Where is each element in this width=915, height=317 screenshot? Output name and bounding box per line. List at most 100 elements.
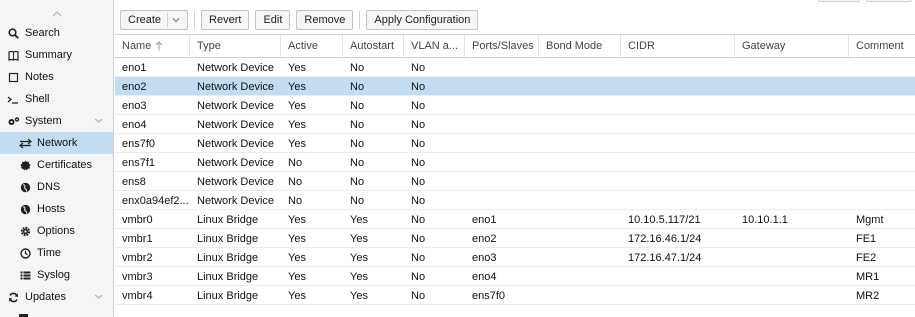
table-cell: eno4 <box>122 118 147 131</box>
chevron-down-icon[interactable] <box>94 117 103 124</box>
table-cell <box>539 96 621 115</box>
table-row[interactable]: vmbr4 Linux Bridge Yes Yes No ens7f0 MR2 <box>115 286 915 305</box>
sidebar-item-updates[interactable]: Updates <box>0 286 113 308</box>
table-cell: MR1 <box>856 270 880 283</box>
globe-icon <box>18 182 32 193</box>
table-cell: eno3 <box>472 251 497 264</box>
table-cell: Mgmt <box>856 213 884 226</box>
column-header-active[interactable]: Active <box>281 35 343 57</box>
table-cell: eno2 <box>472 232 497 245</box>
table-cell: No <box>411 156 426 169</box>
column-header-autostart[interactable]: Autostart <box>343 35 404 57</box>
table-row[interactable]: vmbr1 Linux Bridge Yes Yes No eno2 172.16.46.1… <box>115 229 915 248</box>
sidebar-item-network[interactable]: Network <box>0 132 113 154</box>
table-row[interactable]: eno1 Network Device Yes No No <box>115 58 915 77</box>
table-cell: Network Device <box>197 175 275 188</box>
table-row[interactable]: ens7f0 Network Device Yes No No <box>115 134 915 153</box>
toolbar: Create Revert Edit Remove Apply Configur… <box>115 6 915 33</box>
table-cell: ens7f1 <box>122 156 156 169</box>
sidebar-item-options[interactable]: Options <box>0 220 113 242</box>
column-header-name[interactable]: Name <box>115 35 190 57</box>
sidebar-item-system[interactable]: System <box>0 110 113 132</box>
sidebar-item-hosts[interactable]: Hosts <box>0 198 113 220</box>
table-row[interactable]: vmbr0 Linux Bridge Yes Yes No eno1 10.10.5.117… <box>115 210 915 229</box>
table-cell: No <box>411 251 426 264</box>
column-header-type[interactable]: Type <box>190 35 281 57</box>
table-cell <box>735 191 849 210</box>
table-row[interactable]: ens7f1 Network Device No No No <box>115 153 915 172</box>
table-cell: Network Device <box>197 194 275 207</box>
apply-configuration-button[interactable]: Apply Configuration <box>366 9 479 30</box>
sort-ascending-icon <box>155 41 163 51</box>
exchange-icon <box>18 138 32 149</box>
column-header-ports-slaves[interactable]: Ports/Slaves <box>465 35 539 57</box>
column-header-gateway[interactable]: Gateway <box>735 35 849 57</box>
table-cell: 10.10.1.1 <box>742 213 788 226</box>
sidebar-item-syslog[interactable]: Syslog <box>0 264 113 286</box>
chevron-down-icon[interactable] <box>94 293 103 300</box>
table-row[interactable]: eno4 Network Device Yes No No <box>115 115 915 134</box>
table-cell: Yes <box>288 213 306 226</box>
table-cell <box>465 115 539 134</box>
sidebar-item-time[interactable]: Time <box>0 242 113 264</box>
table-cell: ens8 <box>122 175 146 188</box>
table-cell <box>735 229 849 248</box>
sidebar-item-certificates[interactable]: Certificates <box>0 154 113 176</box>
table-row[interactable]: vmbr2 Linux Bridge Yes Yes No eno3 172.16.47.1… <box>115 248 915 267</box>
top-toolbar-button[interactable] <box>866 0 912 2</box>
remove-button[interactable]: Remove <box>296 9 354 30</box>
sidebar-item-label: Notes <box>25 71 54 83</box>
sidebar-item-label: System <box>25 115 62 127</box>
table-row[interactable]: eno2 Network Device Yes No No <box>115 77 915 96</box>
table-cell: ens7f0 <box>122 137 156 150</box>
table-cell <box>849 134 915 153</box>
table-cell: Yes <box>288 137 306 150</box>
table-cell <box>621 153 735 172</box>
column-header-vlan-aware[interactable]: VLAN a... <box>404 35 465 57</box>
create-button[interactable]: Create <box>120 9 189 30</box>
table-row[interactable]: enx0a94ef2... Network Device No No No <box>115 191 915 210</box>
table-cell: No <box>350 61 365 74</box>
sidebar-item-dns[interactable]: DNS <box>0 176 113 198</box>
table-cell <box>539 115 621 134</box>
column-header-bond-mode[interactable]: Bond Mode <box>539 35 621 57</box>
revert-button[interactable]: Revert <box>201 9 250 30</box>
table-row[interactable]: ens8 Network Device No No No <box>115 172 915 191</box>
column-header-cidr[interactable]: CIDR <box>621 35 735 57</box>
search-icon <box>6 27 20 39</box>
sidebar-item-cutoff[interactable] <box>18 309 98 317</box>
table-cell <box>849 115 915 134</box>
table-cell: No <box>411 118 426 131</box>
column-header-comment[interactable]: Comment <box>849 35 915 57</box>
sidebar-item-notes[interactable]: Notes <box>0 66 113 88</box>
table-cell: ens7f0 <box>472 289 506 302</box>
create-button-label: Create <box>128 13 162 26</box>
table-row[interactable]: vmbr3 Linux Bridge Yes Yes No eno4 MR1 <box>115 267 915 286</box>
table-cell: FE2 <box>856 251 877 264</box>
sidebar-item-label: Search <box>25 27 60 39</box>
table-cell: Linux Bridge <box>197 213 259 226</box>
cogs-icon <box>6 116 20 127</box>
table-cell <box>735 115 849 134</box>
chevron-up-icon[interactable] <box>52 9 62 19</box>
table-cell: Network Device <box>197 137 275 150</box>
table-cell: Linux Bridge <box>197 289 259 302</box>
table-cell: MR2 <box>856 289 880 302</box>
toolbar-separator <box>359 10 361 29</box>
edit-button-label: Edit <box>263 13 283 26</box>
table-cell: No <box>350 80 365 93</box>
column-header-label: Ports/Slaves <box>472 40 534 52</box>
sidebar-item-search[interactable]: Search <box>0 22 113 44</box>
table-cell <box>621 96 735 115</box>
toolbar-separator <box>194 10 196 29</box>
sidebar-item-shell[interactable]: Shell <box>0 88 113 110</box>
edit-button[interactable]: Edit <box>255 9 291 30</box>
table-row[interactable]: eno3 Network Device Yes No No <box>115 96 915 115</box>
table-cell: No <box>411 80 426 93</box>
sidebar-item-label: Options <box>37 225 75 237</box>
table-cell: No <box>350 194 365 207</box>
sidebar-item-summary[interactable]: Summary <box>0 44 113 66</box>
top-toolbar-button[interactable] <box>818 0 860 2</box>
table-cell: eno4 <box>472 270 497 283</box>
table-cell: Yes <box>350 270 368 283</box>
